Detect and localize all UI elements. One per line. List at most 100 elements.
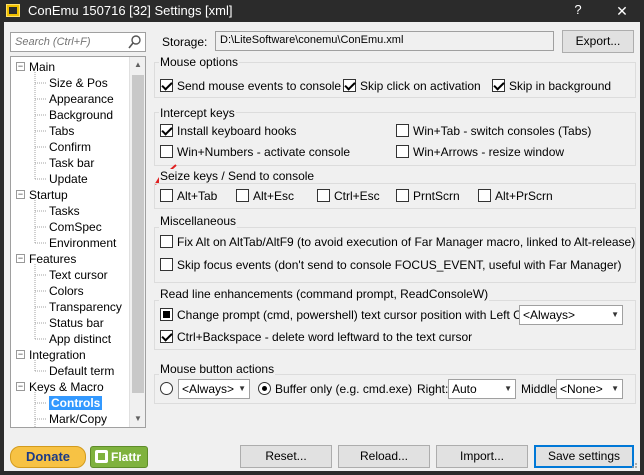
conemu-app-icon [6, 4, 20, 17]
collapse-icon[interactable]: − [16, 382, 25, 391]
chevron-down-icon: ▼ [611, 310, 619, 319]
tree-item[interactable]: Environment [49, 235, 116, 251]
intercept-keys-title: Intercept keys [159, 106, 236, 120]
collapse-icon[interactable]: − [16, 254, 25, 263]
help-button[interactable]: ? [570, 2, 586, 20]
tree-item-label: Background [49, 108, 114, 122]
tree-item-label: Task bar [49, 156, 95, 170]
tree-lines [34, 72, 47, 427]
tree-item[interactable]: Colors [49, 283, 84, 299]
change-prompt-checkbox[interactable]: Change prompt (cmd, powershell) text cur… [160, 308, 539, 324]
tree-item-label: Update [49, 172, 88, 186]
tree-item[interactable]: Mark/Copy [49, 411, 107, 427]
tree-item-label: Startup [29, 188, 68, 202]
window-title: ConEmu 150716 [32] Settings [xml] [28, 3, 233, 18]
send-mouse-checkbox[interactable]: Send mouse events to console [160, 79, 341, 95]
import-button[interactable]: Import... [436, 445, 528, 468]
chevron-down-icon: ▼ [611, 384, 619, 393]
scroll-thumb[interactable] [132, 75, 144, 393]
reload-button[interactable]: Reload... [338, 445, 430, 468]
tree-item[interactable]: Controls [49, 395, 103, 411]
always-radio[interactable] [160, 382, 177, 398]
tree-item[interactable]: Transparency [49, 299, 122, 315]
tree-item-label: Appearance [49, 92, 114, 106]
chevron-down-icon: ▼ [504, 384, 512, 393]
ctrl-esc-checkbox[interactable]: Ctrl+Esc [317, 189, 380, 205]
storage-path-field[interactable]: D:\LiteSoftware\conemu\ConEmu.xml [215, 31, 554, 51]
settings-tree[interactable]: ▲ ▼ Main − Size & Pos Appearance Background T… [10, 56, 146, 428]
collapse-icon[interactable]: − [16, 62, 25, 71]
tree-item[interactable]: Keys & Macro [29, 379, 104, 395]
search-input[interactable] [13, 34, 123, 50]
prntscrn-checkbox[interactable]: PrntScrn [396, 189, 460, 205]
tree-item[interactable]: App distinct [49, 331, 111, 347]
tree-item-label: Text cursor [49, 268, 108, 282]
tree-item-label: ComSpec [49, 220, 102, 234]
middle-action-select[interactable]: <None> ▼ [556, 379, 623, 399]
flattr-icon [95, 450, 108, 463]
export-button[interactable]: Export... [562, 30, 634, 53]
tree-item[interactable]: Paste [49, 427, 80, 428]
flattr-button[interactable]: Flattr [90, 446, 148, 468]
reset-button[interactable]: Reset... [240, 445, 332, 468]
always-select[interactable]: <Always> ▼ [178, 379, 250, 399]
ctrl-backspace-checkbox[interactable]: Ctrl+Backspace - delete word leftward to… [160, 330, 472, 346]
donate-button[interactable]: Donate [10, 446, 86, 468]
tree-item-label: Default term [49, 364, 115, 378]
misc-title: Miscellaneous [159, 214, 238, 228]
seize-keys-title: Seize keys / Send to console [159, 169, 316, 183]
tree-item-label: Environment [49, 236, 117, 250]
tree-item[interactable]: Appearance [49, 91, 114, 107]
change-prompt-select[interactable]: <Always> ▼ [519, 305, 623, 325]
tree-item[interactable]: ComSpec [49, 219, 102, 235]
resize-grip-icon[interactable] [628, 459, 638, 469]
search-box[interactable] [10, 32, 146, 52]
tree-item-label: Transparency [49, 300, 122, 314]
skip-background-checkbox[interactable]: Skip in background [492, 79, 611, 95]
alt-prscrn-checkbox[interactable]: Alt+PrScrn [478, 189, 553, 205]
install-hooks-checkbox[interactable]: Install keyboard hooks [160, 124, 296, 140]
tree-item[interactable]: Startup [29, 187, 68, 203]
tree-item[interactable]: Integration [29, 347, 86, 363]
tree-item[interactable]: Background [49, 107, 113, 123]
tree-item[interactable]: Confirm [49, 139, 91, 155]
tree-item-label: Integration [29, 348, 86, 362]
tree-item-label: Status bar [49, 316, 104, 330]
win-tab-checkbox[interactable]: Win+Tab - switch consoles (Tabs) [396, 124, 591, 140]
skip-click-checkbox[interactable]: Skip click on activation [343, 79, 481, 95]
right-action-select[interactable]: Auto ▼ [448, 379, 516, 399]
tree-item[interactable]: Tabs [49, 123, 74, 139]
title-bar[interactable]: ConEmu 150716 [32] Settings [xml] ? ✕ [0, 0, 644, 22]
tree-item[interactable]: Tasks [49, 203, 80, 219]
win-arrows-checkbox[interactable]: Win+Arrows - resize window [396, 145, 564, 161]
collapse-icon[interactable]: − [16, 350, 25, 359]
win-numbers-checkbox[interactable]: Win+Numbers - activate console [160, 145, 350, 161]
fix-alt-checkbox[interactable]: Fix Alt on AltTab/AltF9 (to avoid execut… [160, 235, 635, 251]
save-settings-button[interactable]: Save settings [534, 445, 634, 468]
skip-focus-checkbox[interactable]: Skip focus events (don't send to console… [160, 258, 622, 274]
alt-esc-checkbox[interactable]: Alt+Esc [236, 189, 294, 205]
tree-scrollbar[interactable]: ▲ ▼ [129, 57, 145, 427]
buffer-only-radio[interactable]: Buffer only (e.g. cmd.exe) [258, 382, 412, 398]
tree-item[interactable]: Text cursor [49, 267, 108, 283]
scroll-up-icon[interactable]: ▲ [130, 57, 145, 73]
tree-item-label: Main [29, 60, 56, 74]
tree-item[interactable]: Task bar [49, 155, 94, 171]
storage-label: Storage: [162, 35, 208, 49]
search-icon[interactable] [128, 34, 142, 50]
tree-item-label: Size & Pos [49, 76, 108, 90]
scroll-down-icon[interactable]: ▼ [130, 411, 145, 427]
alt-tab-checkbox[interactable]: Alt+Tab [160, 189, 217, 205]
tree-item-label: Tasks [49, 204, 80, 218]
collapse-icon[interactable]: − [16, 190, 25, 199]
tree-item[interactable]: Main [29, 59, 55, 75]
tree-item[interactable]: Default term [49, 363, 114, 379]
close-button[interactable]: ✕ [600, 0, 644, 22]
tree-item[interactable]: Status bar [49, 315, 104, 331]
settings-window: ConEmu 150716 [32] Settings [xml] ? ✕ ▲ … [0, 0, 644, 475]
tree-item[interactable]: Features [29, 251, 76, 267]
tree-item-label: Mark/Copy [49, 412, 108, 426]
settings-client-area: ▲ ▼ Main−Size & PosAppearanceBackgroundT… [4, 22, 640, 471]
tree-item[interactable]: Update [49, 171, 88, 187]
tree-item[interactable]: Size & Pos [49, 75, 108, 91]
